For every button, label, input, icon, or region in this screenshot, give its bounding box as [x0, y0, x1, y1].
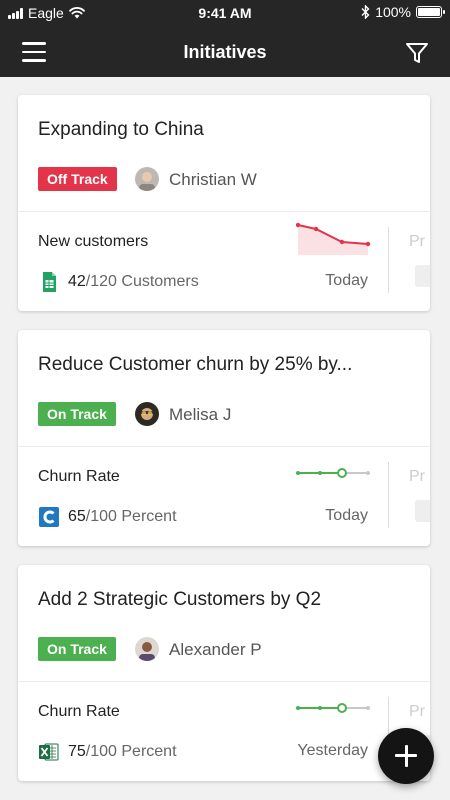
- next-metric-icon: [415, 500, 430, 522]
- divider: [18, 681, 430, 682]
- trend-sparkline: [296, 222, 371, 255]
- divider: [18, 211, 430, 212]
- metric-target: /120 Customers: [85, 273, 199, 290]
- metric-value: 65/100 Percent: [38, 506, 177, 528]
- metric-value: 75/100 Percent: [38, 741, 177, 763]
- avatar: [135, 637, 159, 661]
- status-badge: On Track: [38, 637, 116, 661]
- confluence-c-icon: [39, 507, 59, 527]
- status-bar: Eagle 9:41 AM 100%: [0, 0, 450, 26]
- battery-icon: [416, 6, 445, 18]
- divider: [388, 227, 389, 293]
- battery-percent: 100%: [375, 4, 411, 20]
- add-initiative-button[interactable]: [378, 728, 434, 784]
- owner-name: Melisa J: [169, 405, 232, 424]
- metric-target: /100 Percent: [85, 508, 177, 525]
- excel-icon: [39, 743, 59, 761]
- metric-name: New customers: [38, 233, 149, 250]
- nav-bar: Initiatives: [0, 26, 450, 77]
- avatar: [135, 167, 159, 191]
- avatar: [135, 402, 159, 426]
- next-metric-label: Pr: [409, 468, 425, 485]
- metric-date: Today: [325, 272, 368, 289]
- progress-sparkline: [296, 468, 370, 478]
- initiative-title: Reduce Customer churn by 25% by...: [38, 354, 353, 375]
- owner-name: Christian W: [169, 170, 257, 189]
- next-metric-label: Pr: [409, 703, 425, 720]
- bluetooth-icon: [361, 5, 370, 19]
- top-bar: Eagle 9:41 AM 100% Initiatives: [0, 0, 450, 77]
- page-title: Initiatives: [183, 42, 267, 62]
- next-metric-label: Pr: [409, 233, 425, 250]
- initiative-card[interactable]: Expanding to China Off Track Christian W…: [18, 95, 430, 311]
- metric-value: 42/120 Customers: [38, 271, 199, 293]
- divider: [18, 446, 430, 447]
- metric-target: /100 Percent: [85, 743, 177, 760]
- metric-name: Churn Rate: [38, 468, 120, 485]
- filter-funnel-icon[interactable]: [404, 40, 430, 66]
- google-sheets-icon: [43, 272, 56, 292]
- initiative-card[interactable]: Reduce Customer churn by 25% by... On Tr…: [18, 330, 430, 546]
- status-badge: Off Track: [38, 167, 117, 191]
- metric-date: Today: [325, 507, 368, 524]
- next-metric-icon: [415, 265, 430, 287]
- metric-current: 42: [68, 273, 86, 290]
- initiative-title: Expanding to China: [38, 119, 204, 140]
- progress-sparkline: [296, 703, 370, 713]
- metric-current: 65: [68, 508, 86, 525]
- metric-name: Churn Rate: [38, 703, 120, 720]
- metric-date: Yesterday: [297, 742, 368, 759]
- initiative-title: Add 2 Strategic Customers by Q2: [38, 589, 322, 610]
- divider: [388, 462, 389, 528]
- initiative-card[interactable]: Add 2 Strategic Customers by Q2 On Track…: [18, 565, 430, 781]
- status-badge: On Track: [38, 402, 116, 426]
- metric-current: 75: [68, 743, 86, 760]
- owner-name: Alexander P: [169, 640, 262, 659]
